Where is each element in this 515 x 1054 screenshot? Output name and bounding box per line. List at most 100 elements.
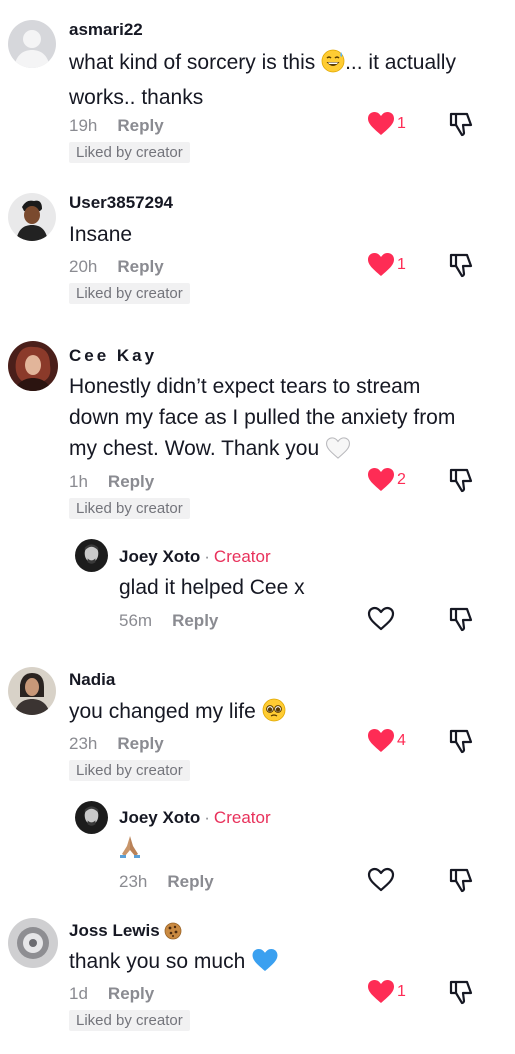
liked-by-creator-badge: Liked by creator (69, 498, 190, 519)
pleading-face-emoji (262, 698, 286, 731)
like-count: 4 (397, 731, 406, 749)
dislike-button[interactable] (448, 728, 474, 754)
like-count: 1 (397, 982, 406, 1000)
avatar[interactable] (8, 918, 58, 968)
comment-meta: 20h Reply (69, 257, 164, 277)
blue-heart-emoji (251, 948, 279, 981)
liked-by-creator-badge: Liked by creator (69, 1010, 190, 1031)
heart-outline-icon (367, 867, 395, 892)
comment-joss-lewis: Joss Lewis thank you so much 1d Reply Lik… (0, 910, 515, 1054)
comment-text: Insane (69, 223, 133, 246)
comment-asmari22: asmari22 what kind of sorcery is this ..… (0, 0, 515, 175)
comment-time: 1h (69, 472, 88, 491)
like-count: 1 (397, 255, 406, 273)
creator-name[interactable]: Joey Xoto (119, 808, 200, 827)
comment-text: you changed my life (69, 696, 286, 731)
thumbs-down-icon (449, 607, 473, 632)
heart-icon (368, 112, 394, 135)
grinning-sweat-emoji (321, 49, 345, 82)
like-button[interactable] (367, 606, 395, 631)
thumbs-down-icon (449, 112, 473, 137)
comment-time: 1d (69, 984, 88, 1003)
liked-by-creator-badge: Liked by creator (69, 142, 190, 163)
avatar[interactable] (8, 667, 56, 715)
avatar[interactable] (8, 341, 58, 391)
reply-time: 56m (119, 611, 153, 630)
separator-dot: · (204, 808, 210, 827)
comment-text-part: you changed my life (69, 700, 256, 723)
reply-text: glad it helped Cee x (119, 576, 305, 599)
comment-meta: 23h Reply (69, 734, 164, 754)
username-text[interactable]: Joss Lewis (69, 921, 160, 940)
comment-time: 19h (69, 116, 98, 135)
heart-icon (368, 980, 394, 1003)
reply-button[interactable]: Reply (108, 984, 154, 1003)
reply-meta: 56m Reply (119, 611, 218, 631)
comment-meta: 1h Reply (69, 472, 154, 492)
comment-time: 23h (69, 734, 98, 753)
reply-button[interactable]: Reply (117, 116, 163, 135)
reply-username: Joey Xoto · Creator (119, 808, 271, 828)
comment-username[interactable]: User3857294 (69, 193, 173, 213)
comment-text-line: my chest. Wow. Thank you (69, 433, 499, 468)
comment-cee-kay: Cee Kay Honestly didn’t expect tears to … (0, 315, 515, 660)
dislike-button[interactable] (448, 606, 474, 632)
avatar-creator[interactable] (75, 801, 108, 834)
reply-button[interactable]: Reply (172, 611, 218, 630)
reply-time: 23h (119, 872, 148, 891)
separator-dot: · (204, 547, 210, 566)
comment-nadia: Nadia you changed my life 23h Reply Liked… (0, 660, 515, 910)
like-button[interactable]: 4 (367, 728, 406, 753)
like-button[interactable]: 1 (367, 979, 406, 1004)
comment-text-part: thank you so much (69, 950, 246, 973)
thumbs-down-icon (449, 980, 473, 1005)
comment-text: what kind of sorcery is this ... it actu… (69, 47, 489, 113)
like-button[interactable]: 2 (367, 467, 406, 492)
comment-time: 20h (69, 257, 98, 276)
comment-username[interactable]: Cee Kay (69, 346, 157, 366)
like-button[interactable] (367, 867, 395, 892)
dislike-button[interactable] (448, 867, 474, 893)
comment-text-part: my chest. Wow. Thank you (69, 437, 320, 460)
reply-button[interactable]: Reply (117, 257, 163, 276)
reply-meta: 23h Reply (119, 872, 214, 892)
dislike-button[interactable] (448, 111, 474, 137)
creator-name[interactable]: Joey Xoto (119, 547, 200, 566)
reply-button[interactable]: Reply (117, 734, 163, 753)
avatar[interactable] (8, 193, 56, 241)
thumbs-down-icon (449, 729, 473, 754)
like-count: 1 (397, 114, 406, 132)
comment-meta: 19h Reply (69, 116, 164, 136)
thumbs-down-icon (449, 868, 473, 893)
dislike-button[interactable] (448, 467, 474, 493)
reply-text (119, 832, 141, 867)
heart-icon (368, 729, 394, 752)
comment-username: Joss Lewis (69, 921, 182, 945)
comment-text-line: Honestly didn’t expect tears to stream (69, 375, 421, 398)
white-heart-emoji (325, 437, 351, 468)
comment-text: thank you so much (69, 946, 279, 981)
comment-text: Honestly didn’t expect tears to stream d… (69, 371, 499, 468)
like-count: 2 (397, 470, 406, 488)
heart-icon (368, 253, 394, 276)
thumbs-down-icon (449, 253, 473, 278)
comment-user3857294: User3857294 Insane 20h Reply Liked by cre… (0, 175, 515, 315)
heart-icon (368, 468, 394, 491)
reply-button[interactable]: Reply (167, 872, 213, 891)
dislike-button[interactable] (448, 979, 474, 1005)
avatar[interactable] (8, 20, 56, 68)
reply-username: Joey Xoto · Creator (119, 547, 271, 567)
avatar-creator[interactable] (75, 539, 108, 572)
cookie-emoji (164, 922, 182, 945)
comment-username[interactable]: asmari22 (69, 20, 143, 40)
creator-tag: Creator (213, 547, 271, 566)
dislike-button[interactable] (448, 252, 474, 278)
folded-hands-emoji (119, 834, 141, 867)
heart-outline-icon (367, 606, 395, 631)
comment-text-part: what kind of sorcery is this (69, 51, 322, 74)
like-button[interactable]: 1 (367, 111, 406, 136)
creator-tag: Creator (213, 808, 271, 827)
reply-button[interactable]: Reply (108, 472, 154, 491)
like-button[interactable]: 1 (367, 252, 406, 277)
comment-username[interactable]: Nadia (69, 670, 115, 690)
